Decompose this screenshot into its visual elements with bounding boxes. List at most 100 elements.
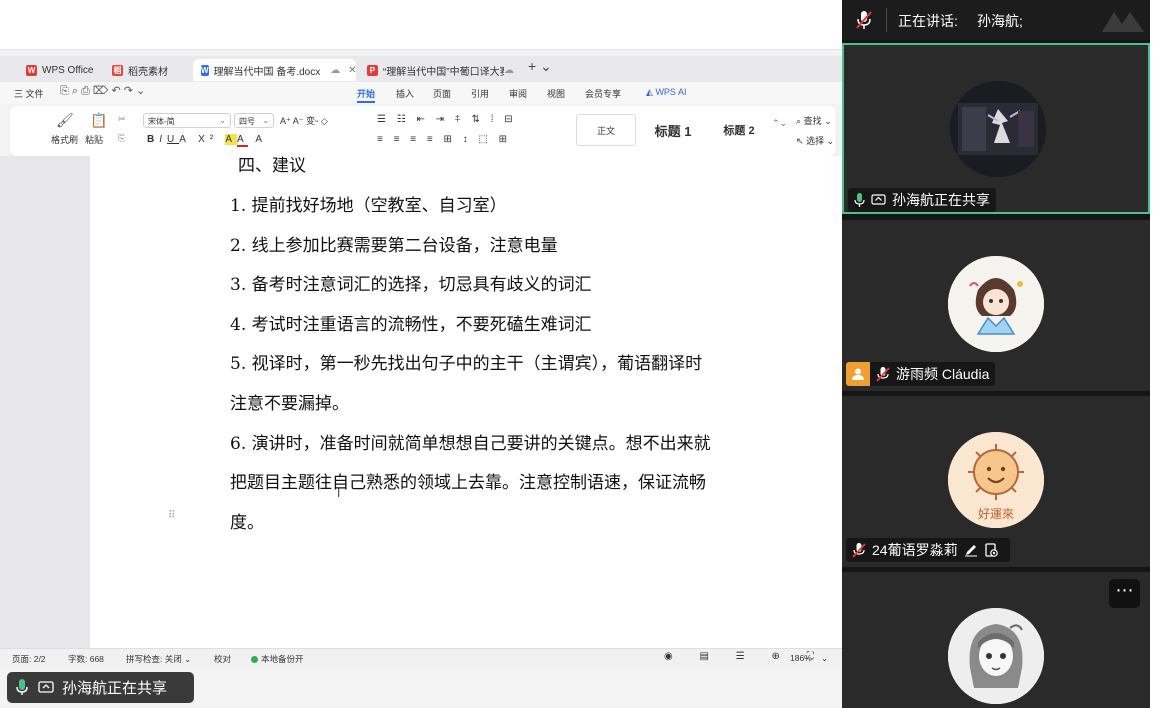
pdf-icon: P <box>367 64 378 76</box>
participant-tile-active[interactable]: 孙海航正在共享 <box>842 43 1150 214</box>
svg-text:好運來: 好運來 <box>978 507 1014 521</box>
align-buttons[interactable]: ≡ ≡ ≡ ≡ ⊞ ↕ ⬚ ⊞ <box>377 134 511 145</box>
zoom-level[interactable]: 186% <box>790 653 812 663</box>
participant-name: 24葡语罗淼莉 <box>872 542 958 558</box>
active-menu-underline <box>357 101 375 103</box>
proofread[interactable]: 校对 <box>214 653 231 665</box>
doc-line: 6. 演讲时，准备时间就简单想想自己要讲的关键点。想不出来就 <box>230 434 711 454</box>
shared-screen: W WPS Office 稻 稻壳素材 W 理解当代中国 备考.docx ☁ ✕… <box>0 0 842 708</box>
find-label: 查找 <box>803 116 822 126</box>
menu-page[interactable]: 页面 <box>433 87 451 100</box>
paste-label[interactable]: 粘贴 <box>85 133 103 146</box>
participant-name: 游雨频 Cláudia <box>896 366 990 382</box>
tab-pdf[interactable]: P “理解当代中国”中葡口译大赛题 ☁ <box>359 59 522 81</box>
speaking-bar: 正在讲话: 孙海航; <box>842 0 1155 40</box>
font-size-value: 四号 <box>239 117 255 126</box>
tab-wps-office[interactable]: W WPS Office <box>18 59 104 81</box>
tab-label: WPS Office <box>42 64 94 76</box>
speaking-label: 正在讲话: <box>898 13 958 29</box>
chevron-down-icon: ⌄ <box>219 116 226 125</box>
format-painter-label[interactable]: 格式刷 <box>51 133 78 146</box>
wps-ai-icon: ◭ <box>646 87 653 97</box>
wps-menu-bar: 三 文件 ⎘ ⌕ ⎙ ⌦ ↶ ↷ ⌄ 开始 插入 页面 引用 审阅 视图 会员专… <box>0 82 842 104</box>
avatar <box>948 256 1044 352</box>
close-tab-icon[interactable]: ✕ <box>348 65 356 76</box>
menu-view[interactable]: 视图 <box>547 87 565 100</box>
menu-file[interactable]: 三 文件 <box>14 87 44 100</box>
search-icon: ⌕ <box>796 116 802 126</box>
menu-wps-ai[interactable]: ◭ WPS AI <box>646 87 686 98</box>
window-edge <box>1150 0 1155 708</box>
ribbon-toolbar: 🖌 格式刷 📋 粘贴 ✂ ⎘ 宋体-简 ⌄ 四号 ⌄ A⁺ A⁻ 变ᵕ ◇ BIUA… <box>10 106 836 156</box>
muted-microphone-icon[interactable] <box>855 10 873 33</box>
find-button[interactable]: ⌕ 查找 ⌄ <box>796 114 832 127</box>
menu-insert[interactable]: 插入 <box>396 87 414 100</box>
more-options-button[interactable]: ⋯ <box>1109 579 1140 608</box>
tab-label: “理解当代中国”中葡口译大赛题 <box>382 66 504 78</box>
participant-name-tag: 游雨频 Cláudia <box>846 362 996 386</box>
doc-line: 度。 <box>230 513 264 533</box>
doc-heading: 四、建议 <box>238 156 306 176</box>
paste-icon[interactable]: 📋 <box>90 112 107 129</box>
select-label: 选择 <box>806 136 825 146</box>
zoom-chevron-icon[interactable]: ⌄ <box>821 653 828 664</box>
doc-line: 把题目主题往自己熟悉的领域上去靠。注意控制语速，保证流畅 <box>230 473 706 493</box>
new-tab-button[interactable]: + ⌄ <box>528 58 552 75</box>
style-normal[interactable]: 正文 <box>576 114 636 146</box>
quick-access-toolbar[interactable]: ⎘ ⌕ ⎙ ⌦ ↶ ↷ ⌄ <box>60 84 145 98</box>
divider <box>886 8 887 32</box>
select-button[interactable]: ↖ 选择 ⌄ <box>796 134 834 147</box>
style-heading-2[interactable]: 标题 2 <box>708 114 770 146</box>
cut-icon[interactable]: ✂ <box>118 114 126 125</box>
avatar <box>948 608 1044 704</box>
font-family-value: 宋体-简 <box>148 117 175 126</box>
doc-line: 5. 视译时，第一秒先找出句子中的主干（主谓宾），葡语翻译时 <box>230 354 703 374</box>
status-bar: 页面: 2/2 字数: 668 拼写检查: 关闭 ⌄ 校对 本地备份开 ◉ ▤ … <box>0 648 842 666</box>
spell-check[interactable]: 拼写检查: 关闭 ⌄ <box>126 653 191 665</box>
menu-member[interactable]: 会员专享 <box>585 87 621 100</box>
local-backup[interactable]: 本地备份开 <box>251 653 304 665</box>
participant-tile[interactable]: 游雨频 Cláudia <box>842 220 1150 391</box>
docer-icon: 稻 <box>112 64 123 76</box>
copy-icon[interactable]: ⎘ <box>118 133 125 144</box>
muted-microphone-icon <box>876 366 890 382</box>
page-count: 页面: 2/2 <box>12 654 46 664</box>
font-size-tools[interactable]: A⁺ A⁻ 变ᵕ ◇ <box>280 114 328 127</box>
tab-document-active[interactable]: W 理解当代中国 备考.docx ☁ ✕ <box>193 59 356 81</box>
participants-panel: 正在讲话: 孙海航; 孙海航正在共享 游雨频 Cláudia 好運來 24葡语罗… <box>842 0 1155 708</box>
word-count[interactable]: 字数: 668 <box>68 653 104 665</box>
tab-label: 稻壳素材 <box>128 66 168 78</box>
sharing-indicator[interactable]: 孙海航正在共享 <box>7 672 194 703</box>
screen-share-icon <box>871 194 886 206</box>
sharing-text: 孙海航正在共享 <box>62 680 168 697</box>
record-document-icon <box>984 543 998 557</box>
style-heading-1[interactable]: 标题 1 <box>640 114 706 146</box>
font-size-select[interactable]: 四号 ⌄ <box>234 113 274 128</box>
menu-references[interactable]: 引用 <box>471 87 489 100</box>
brand-logo-icon <box>1100 6 1150 37</box>
user-icon <box>846 362 870 386</box>
font-family-select[interactable]: 宋体-简 ⌄ <box>143 113 231 128</box>
participant-tile[interactable] <box>842 572 1150 708</box>
text-format-buttons[interactable]: BIUA X² AA A <box>147 134 267 147</box>
menu-home[interactable]: 开始 <box>357 87 375 100</box>
avatar <box>950 81 1046 177</box>
tab-docer[interactable]: 稻 稻壳素材 <box>104 59 190 81</box>
format-painter-icon[interactable]: 🖌 <box>56 112 74 129</box>
doc-line: 2. 线上参加比赛需要第二台设备，注意电量 <box>230 236 558 256</box>
cloud-icon: ☁ <box>330 64 341 76</box>
microphone-icon <box>16 679 28 696</box>
styles-scroll-icon[interactable]: ⌃⌄ <box>772 118 787 129</box>
participant-name: 孙海航正在共享 <box>892 192 990 208</box>
doc-line: 3. 备考时注意词汇的选择，切忌具有歧义的词汇 <box>230 275 592 295</box>
list-buttons[interactable]: ☰ ☷ ⇤ ⇥ ⍏ ⇅ ⁞ ⊟ <box>377 114 517 125</box>
paragraph-drag-handle-icon[interactable]: ⠿ <box>168 510 175 521</box>
participant-name-tag: 孙海航正在共享 <box>848 188 996 212</box>
wps-logo-icon: W <box>26 64 37 76</box>
backup-status-icon <box>251 656 258 663</box>
local-backup-label: 本地备份开 <box>261 654 304 664</box>
document-page[interactable]: 四、建议 1. 提前找好场地（空教室、自习室） 2. 线上参加比赛需要第二台设备… <box>90 156 842 648</box>
menu-review[interactable]: 审阅 <box>509 87 527 100</box>
document-area: 四、建议 1. 提前找好场地（空教室、自习室） 2. 线上参加比赛需要第二台设备… <box>0 156 842 648</box>
participant-tile[interactable]: 好運來 24葡语罗淼莉 <box>842 396 1150 567</box>
